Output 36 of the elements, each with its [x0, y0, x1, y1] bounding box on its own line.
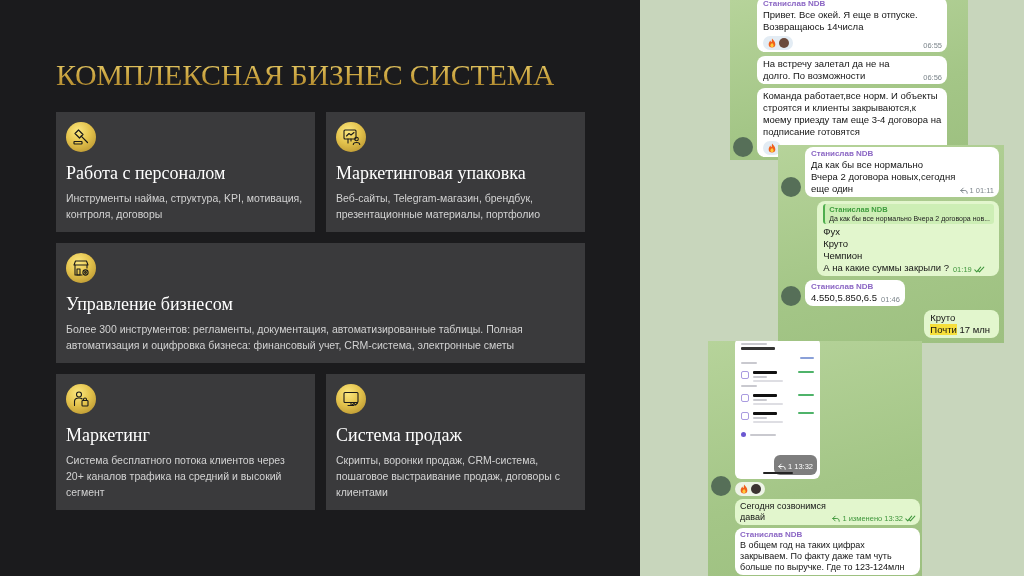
card-description: Система бесплатного потока клиентов через 20+ каналов трафика на средний и высокий сегмент	[66, 453, 286, 500]
reply-arrow-icon	[778, 463, 787, 470]
fire-icon	[767, 38, 777, 48]
sender-name: Станислав NDB	[811, 282, 875, 292]
monitor-chart-icon	[336, 384, 366, 414]
reply-arrow-icon	[959, 187, 968, 194]
message-text: Привет. Все окей. Я еще в отпуске. Возвращаюсь 14числа	[763, 9, 919, 33]
card-title: Маркетинг	[66, 424, 150, 446]
fire-icon	[767, 143, 777, 153]
card-title: Управление бизнесом	[66, 293, 233, 315]
sender-name: Станислав NDB	[763, 0, 827, 9]
message-text: 4.550,5.850,6.5	[811, 292, 878, 304]
person-bag-icon	[66, 384, 96, 414]
card-title: Система продаж	[336, 424, 462, 446]
card-description: Инструменты найма, структура, KPI, мотивация, контроля, договоры	[66, 191, 304, 222]
card-title: Работа с персоналом	[66, 162, 226, 184]
message-text: Сегодня созвонимся давай	[740, 501, 827, 523]
message-text: Да как бы все нормально Вчера 2 договора новых,сегодня еще один	[811, 159, 956, 195]
reply-arrow-icon	[832, 515, 841, 522]
message-text: Круто Почти 17 млн	[930, 312, 990, 336]
message-text: На встречу залетал да не на долго. По возможности	[763, 58, 891, 82]
card-description: Скрипты, воронки продаж, CRM-система, пошаговое выстраивание продаж, договоры с клиентами	[336, 453, 561, 500]
card-description: Более 300 инструментов: регламенты, документация, автоматизированные таблицы. Полная автоматизация и оцифровка бизнеса: финансовый учет, CRM-система, электронные сметы	[66, 322, 524, 353]
avatar-icon	[779, 38, 789, 48]
card-title: Маркетинговая упаковка	[336, 162, 526, 184]
message-text: В общем год на таких цифрах закрываем. По факту даже там чуть больше по выручке. Где то 123-124млн	[740, 540, 906, 573]
fire-icon	[739, 484, 749, 494]
message-text: Фух Круто Чемпион А на какие суммы закрыли ?	[823, 226, 949, 274]
presentation-board-icon	[336, 122, 366, 152]
card-description: Веб-сайты, Telegram-магазин, брендбук, презентационные материалы, портфолио	[336, 191, 542, 222]
gavel-icon	[66, 122, 96, 152]
sender-name: Станислав NDB	[740, 530, 804, 540]
message-text: Команда работает,все норм. И объекты строятся и клиенты закрываются,к моему приезду там еще 3-4 договора на подписание готовятся	[763, 90, 942, 138]
avatar-icon	[751, 484, 761, 494]
store-gear-icon	[66, 253, 96, 283]
sender-name: Станислав NDB	[811, 149, 875, 159]
